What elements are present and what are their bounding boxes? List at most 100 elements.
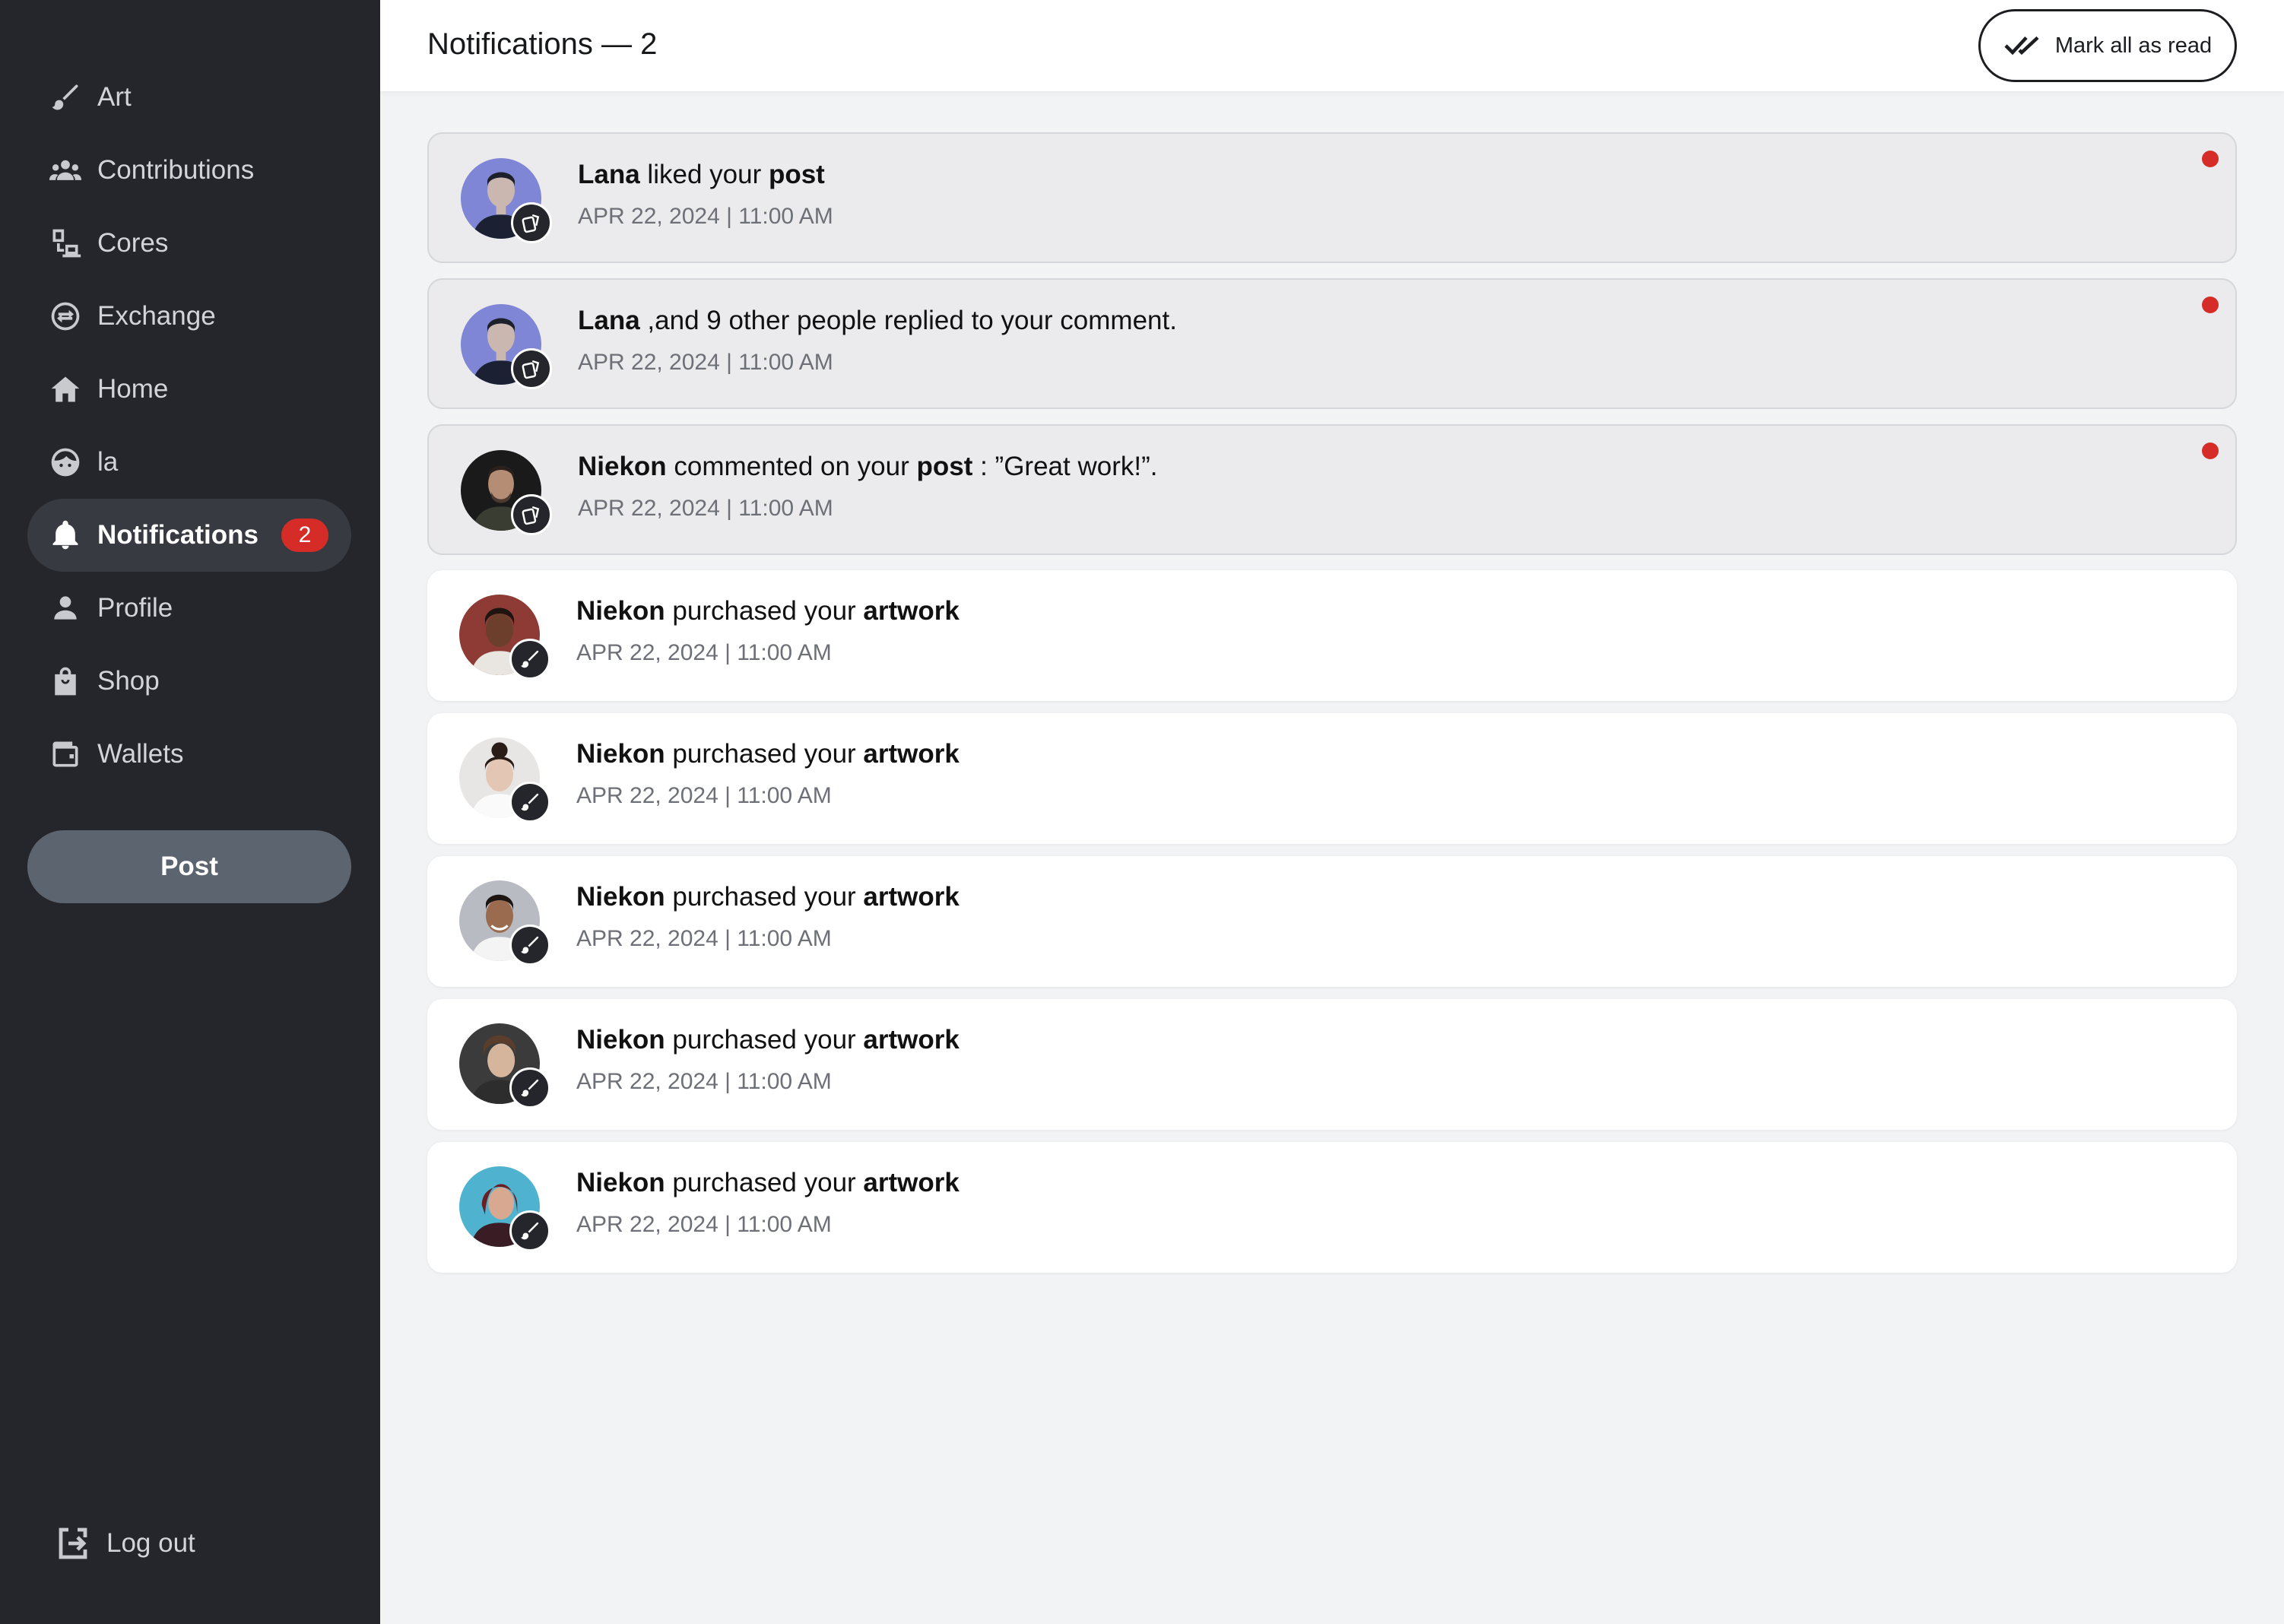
notification-action: purchased your (665, 596, 864, 626)
person-icon (49, 592, 82, 625)
brush-icon (509, 1210, 550, 1251)
logout-icon (55, 1525, 91, 1562)
notification-text: Niekon purchased your artwork (576, 1025, 960, 1055)
sidebar-item-shop[interactable]: Shop (27, 645, 351, 718)
exchange-icon (49, 300, 82, 333)
notification-timestamp: APR 22, 2024 | 11:00 AM (578, 204, 833, 229)
notification-actor: Niekon (576, 1025, 665, 1055)
sidebar-item-label: Cores (97, 228, 169, 258)
notification-action: liked your (639, 160, 769, 189)
notification-text: Niekon commented on your post : ”Great w… (578, 452, 1157, 482)
notification-actor: Niekon (576, 596, 665, 626)
notification-action: purchased your (665, 882, 864, 912)
sidebar-item-exchange[interactable]: Exchange (27, 280, 351, 353)
notification-item[interactable]: Lana ,and 9 other people replied to your… (427, 278, 2237, 409)
notification-actor: Lana (578, 160, 640, 189)
notification-list: Lana liked your post APR 22, 2024 | 11:0… (427, 132, 2237, 1285)
sidebar-item-label: Art (97, 82, 132, 112)
notification-item[interactable]: Niekon purchased your artwork APR 22, 20… (427, 856, 2237, 987)
notification-action: purchased your (665, 1168, 864, 1197)
brush-icon (49, 81, 82, 114)
notification-timestamp: APR 22, 2024 | 11:00 AM (576, 926, 832, 951)
notification-actor: Lana (578, 306, 640, 335)
notification-object: post (916, 452, 973, 481)
notification-object: artwork (863, 739, 960, 769)
sidebar-item-label: Wallets (97, 739, 184, 769)
bell-icon (49, 519, 82, 552)
sidebar-item-art[interactable]: Art (27, 61, 351, 134)
double-check-icon (2004, 36, 2039, 56)
sidebar-item-label: la (97, 447, 119, 477)
face-icon (49, 446, 82, 479)
notification-text: Niekon purchased your artwork (576, 1168, 960, 1198)
notification-object: artwork (863, 882, 960, 912)
notification-action: purchased your (665, 1025, 864, 1055)
sidebar-item-label: Notifications (97, 520, 259, 550)
sidebar-item-home[interactable]: Home (27, 353, 351, 426)
unread-indicator (2202, 442, 2219, 459)
mark-all-read-label: Mark all as read (2054, 33, 2213, 58)
notification-timestamp: APR 22, 2024 | 11:00 AM (576, 640, 832, 665)
notification-timestamp: APR 22, 2024 | 11:00 AM (576, 783, 832, 808)
notification-count-badge: 2 (281, 519, 328, 552)
sidebar-item-label: Shop (97, 666, 160, 696)
sidebar-item-wallets[interactable]: Wallets (27, 718, 351, 791)
mark-all-read-button[interactable]: Mark all as read (1978, 9, 2237, 82)
notification-item[interactable]: Niekon purchased your artwork APR 22, 20… (427, 713, 2237, 844)
sidebar-item-label: Profile (97, 593, 173, 623)
notification-actor: Niekon (576, 1168, 665, 1197)
cards-icon (511, 202, 552, 243)
notification-text: Niekon purchased your artwork (576, 739, 960, 769)
sidebar-item-label: Contributions (97, 155, 255, 185)
notification-item[interactable]: Niekon purchased your artwork APR 22, 20… (427, 570, 2237, 701)
notification-actor: Niekon (576, 739, 665, 769)
notification-text: Niekon purchased your artwork (576, 596, 960, 626)
bag-icon (49, 665, 82, 698)
notification-object: artwork (863, 1168, 960, 1197)
home-icon (49, 373, 82, 406)
brush-icon (509, 1067, 550, 1109)
notification-object: artwork (863, 1025, 960, 1055)
notification-action: ,and 9 other people replied to your comm… (639, 306, 1177, 335)
sidebar-item-label: Home (97, 374, 169, 404)
wallet-icon (49, 737, 82, 771)
sidebar-item-cores[interactable]: Cores (27, 207, 351, 280)
notification-text: Lana ,and 9 other people replied to your… (578, 306, 1177, 336)
sidebar-item-label: Exchange (97, 301, 216, 331)
sidebar-item-contributions[interactable]: Contributions (27, 134, 351, 207)
cards-icon (511, 348, 552, 389)
notification-timestamp: APR 22, 2024 | 11:00 AM (578, 350, 833, 375)
sidebar-item-notifications[interactable]: Notifications 2 (27, 499, 351, 572)
sidebar-item-la[interactable]: la (27, 426, 351, 499)
notification-object: post (768, 160, 825, 189)
cards-icon (511, 494, 552, 535)
devices-icon (49, 227, 82, 260)
notification-timestamp: APR 22, 2024 | 11:00 AM (576, 1212, 832, 1237)
notification-item[interactable]: Niekon purchased your artwork APR 22, 20… (427, 1142, 2237, 1273)
sidebar: Art Contributions Cores Exchange Home la… (0, 0, 380, 1624)
brush-icon (509, 782, 550, 823)
brush-icon (509, 639, 550, 680)
notification-item[interactable]: Lana liked your post APR 22, 2024 | 11:0… (427, 132, 2237, 263)
people-icon (49, 154, 82, 187)
sidebar-item-profile[interactable]: Profile (27, 572, 351, 645)
notification-item[interactable]: Niekon commented on your post : ”Great w… (427, 424, 2237, 555)
post-button[interactable]: Post (27, 830, 351, 903)
notification-timestamp: APR 22, 2024 | 11:00 AM (578, 496, 833, 521)
page-title: Notifications — 2 (427, 27, 658, 61)
unread-indicator (2202, 297, 2219, 313)
notification-actor: Niekon (576, 882, 665, 912)
notification-text: Lana liked your post (578, 160, 825, 190)
notification-actor: Niekon (578, 452, 667, 481)
unread-indicator (2202, 151, 2219, 167)
logout-label: Log out (106, 1528, 195, 1558)
notification-object: artwork (863, 596, 960, 626)
notification-item[interactable]: Niekon purchased your artwork APR 22, 20… (427, 999, 2237, 1130)
page-header: Notifications — 2 Mark all as read (380, 0, 2284, 91)
notification-text: Niekon purchased your artwork (576, 882, 960, 912)
notification-quote: : ”Great work!”. (972, 452, 1158, 481)
notification-action: commented on your (666, 452, 917, 481)
brush-icon (509, 925, 550, 966)
logout-button[interactable]: Log out (55, 1519, 195, 1568)
notification-action: purchased your (665, 739, 864, 769)
